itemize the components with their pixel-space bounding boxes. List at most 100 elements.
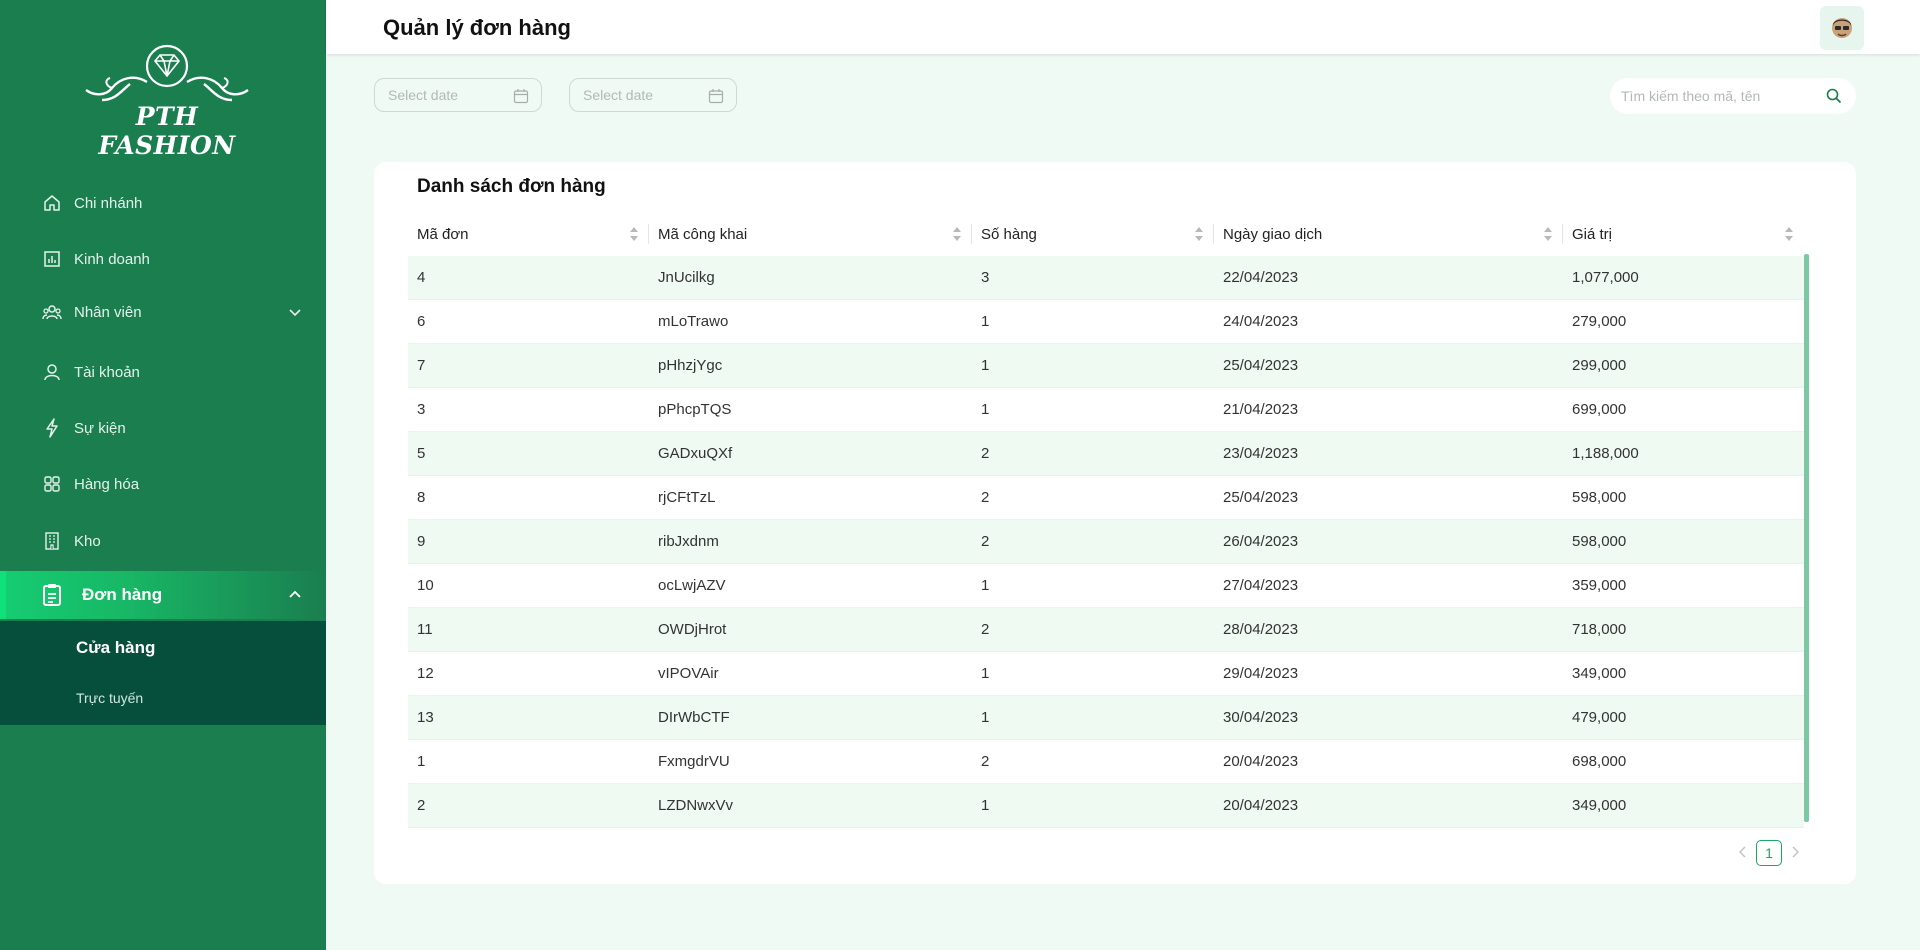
cell-ma-cong-khai: ribJxdnm: [658, 533, 719, 550]
sort-icon[interactable]: [1784, 226, 1794, 242]
column-header-ma-don[interactable]: Mã đơn: [408, 212, 649, 256]
orders-card: Danh sách đơn hàng Mã đơn Mã công khai S…: [374, 162, 1856, 884]
clipboard-icon: [40, 583, 64, 607]
brand-name: PTH FASHION: [98, 102, 236, 160]
prev-page-icon[interactable]: [1736, 845, 1750, 859]
cell-ngay-giao-dich: 27/04/2023: [1223, 577, 1299, 594]
cell-ma-cong-khai: GADxuQXf: [658, 445, 733, 462]
cell-ma-don: 10: [417, 577, 434, 594]
sort-icon[interactable]: [1543, 226, 1553, 242]
table-title: Danh sách đơn hàng: [417, 176, 606, 197]
cell-ngay-giao-dich: 24/04/2023: [1223, 313, 1299, 330]
cell-ma-don: 2: [417, 797, 426, 814]
table-row[interactable]: 13 DIrWbCTF 1 30/04/2023 479,000: [408, 696, 1804, 740]
cell-ma-don: 7: [417, 357, 426, 374]
cell-ngay-giao-dich: 20/04/2023: [1223, 753, 1299, 770]
table-row[interactable]: 2 LZDNwxVv 1 20/04/2023 349,000: [408, 784, 1804, 828]
cell-ma-cong-khai: JnUcilkg: [658, 269, 715, 286]
sidebar-item-label: Hàng hóa: [74, 475, 140, 493]
chevron-up-icon: [288, 588, 302, 602]
sidebar-item-label: Đơn hàng: [82, 585, 163, 604]
cell-gia-tri: 1,077,000: [1572, 269, 1639, 286]
cell-ma-cong-khai: DIrWbCTF: [658, 709, 730, 726]
cell-so-hang: 1: [981, 665, 990, 682]
table-row[interactable]: 6 mLoTrawo 1 24/04/2023 279,000: [408, 300, 1804, 344]
cell-ma-cong-khai: vIPOVAir: [658, 665, 719, 682]
cell-so-hang: 2: [981, 533, 990, 550]
table-row[interactable]: 11 OWDjHrot 2 28/04/2023 718,000: [408, 608, 1804, 652]
date-from-placeholder: Select date: [388, 87, 459, 103]
cell-gia-tri: 699,000: [1572, 401, 1627, 418]
sidebar-item-hang-hoa[interactable]: Hàng hóa: [0, 462, 326, 506]
cell-ma-don: 3: [417, 401, 426, 418]
table-body: 4 JnUcilkg 3 22/04/2023 1,077,000 6 mLoTrawo 1 2…: [408, 256, 1804, 828]
cell-ngay-giao-dich: 23/04/2023: [1223, 445, 1299, 462]
grid-icon: [42, 474, 62, 494]
table-row[interactable]: 7 pHhzjYgc 1 25/04/2023 299,000: [408, 344, 1804, 388]
cell-ma-cong-khai: LZDNwxVv: [658, 797, 734, 814]
submenu-item-truc-tuyen[interactable]: Trực tuyến: [76, 690, 143, 706]
sidebar-item-label: Kho: [74, 532, 101, 550]
cell-ngay-giao-dich: 30/04/2023: [1223, 709, 1299, 726]
sidebar-item-label: Sự kiện: [74, 419, 126, 437]
table-row[interactable]: 3 pPhcpTQS 1 21/04/2023 699,000: [408, 388, 1804, 432]
cell-gia-tri: 349,000: [1572, 665, 1627, 682]
cell-ma-don: 13: [417, 709, 434, 726]
table-row[interactable]: 8 rjCFtTzL 2 25/04/2023 598,000: [408, 476, 1804, 520]
table-row[interactable]: 5 GADxuQXf 2 23/04/2023 1,188,000: [408, 432, 1804, 476]
table-row[interactable]: 1 FxmgdrVU 2 20/04/2023 698,000: [408, 740, 1804, 784]
cell-gia-tri: 349,000: [1572, 797, 1627, 814]
column-header-label: Ngày giao dịch: [1223, 225, 1323, 243]
search-input[interactable]: Tìm kiếm theo mã, tên: [1610, 78, 1856, 114]
cell-ngay-giao-dich: 29/04/2023: [1223, 665, 1299, 682]
column-header-ma-cong-khai[interactable]: Mã công khai: [649, 212, 972, 256]
cell-gia-tri: 359,000: [1572, 577, 1627, 594]
cell-so-hang: 1: [981, 709, 990, 726]
sidebar-item-kinh-doanh[interactable]: Kinh doanh: [0, 237, 326, 281]
avatar[interactable]: [1820, 6, 1864, 50]
page-title: Quản lý đơn hàng: [383, 15, 571, 40]
table-scrollbar[interactable]: [1804, 254, 1809, 822]
column-header-label: Mã đơn: [417, 225, 469, 243]
sidebar-item-tai-khoan[interactable]: Tài khoản: [0, 350, 326, 394]
cell-ngay-giao-dich: 28/04/2023: [1223, 621, 1299, 638]
cell-gia-tri: 698,000: [1572, 753, 1627, 770]
date-from-input[interactable]: Select date: [374, 78, 542, 112]
submenu-item-cua-hang[interactable]: Cửa hàng: [76, 638, 155, 658]
sidebar-item-don-hang[interactable]: Đơn hàng: [0, 571, 326, 619]
cell-so-hang: 2: [981, 621, 990, 638]
sort-icon[interactable]: [629, 226, 639, 242]
cell-ma-cong-khai: pHhzjYgc: [658, 357, 723, 374]
column-header-gia-tri[interactable]: Giá trị: [1563, 212, 1804, 256]
cell-ma-don: 1: [417, 753, 426, 770]
cell-ma-don: 8: [417, 489, 426, 506]
brand-logo[interactable]: PTH FASHION: [72, 44, 262, 160]
calendar-icon: [513, 88, 529, 104]
page-number-current[interactable]: 1: [1756, 840, 1782, 866]
next-page-icon[interactable]: [1788, 845, 1802, 859]
cell-ma-cong-khai: ocLwjAZV: [658, 577, 726, 594]
cell-ma-cong-khai: OWDjHrot: [658, 621, 727, 638]
table-header: Mã đơn Mã công khai Số hàng Ngày giao dị…: [408, 212, 1804, 256]
sidebar-item-su-kien[interactable]: Sự kiện: [0, 406, 326, 450]
table-row[interactable]: 4 JnUcilkg 3 22/04/2023 1,077,000: [408, 256, 1804, 300]
date-to-placeholder: Select date: [583, 87, 654, 103]
user-icon: [42, 362, 62, 382]
column-header-so-hang[interactable]: Số hàng: [972, 212, 1214, 256]
table-row[interactable]: 9 ribJxdnm 2 26/04/2023 598,000: [408, 520, 1804, 564]
sort-icon[interactable]: [1194, 226, 1204, 242]
sidebar-item-nhan-vien[interactable]: Nhân viên: [0, 290, 326, 334]
table-row[interactable]: 12 vIPOVAir 1 29/04/2023 349,000: [408, 652, 1804, 696]
search-icon[interactable]: [1826, 88, 1842, 104]
cell-so-hang: 1: [981, 577, 990, 594]
sidebar-item-chi-nhanh[interactable]: Chi nhánh: [0, 181, 326, 225]
cell-gia-tri: 1,188,000: [1572, 445, 1639, 462]
cell-ngay-giao-dich: 20/04/2023: [1223, 797, 1299, 814]
table-row[interactable]: 10 ocLwjAZV 1 27/04/2023 359,000: [408, 564, 1804, 608]
sidebar-item-label: Nhân viên: [74, 303, 142, 321]
date-to-input[interactable]: Select date: [569, 78, 737, 112]
sort-icon[interactable]: [952, 226, 962, 242]
column-header-ngay-giao-dich[interactable]: Ngày giao dịch: [1214, 212, 1563, 256]
sidebar-item-label: Tài khoản: [74, 363, 140, 381]
sidebar-item-kho[interactable]: Kho: [0, 519, 326, 563]
